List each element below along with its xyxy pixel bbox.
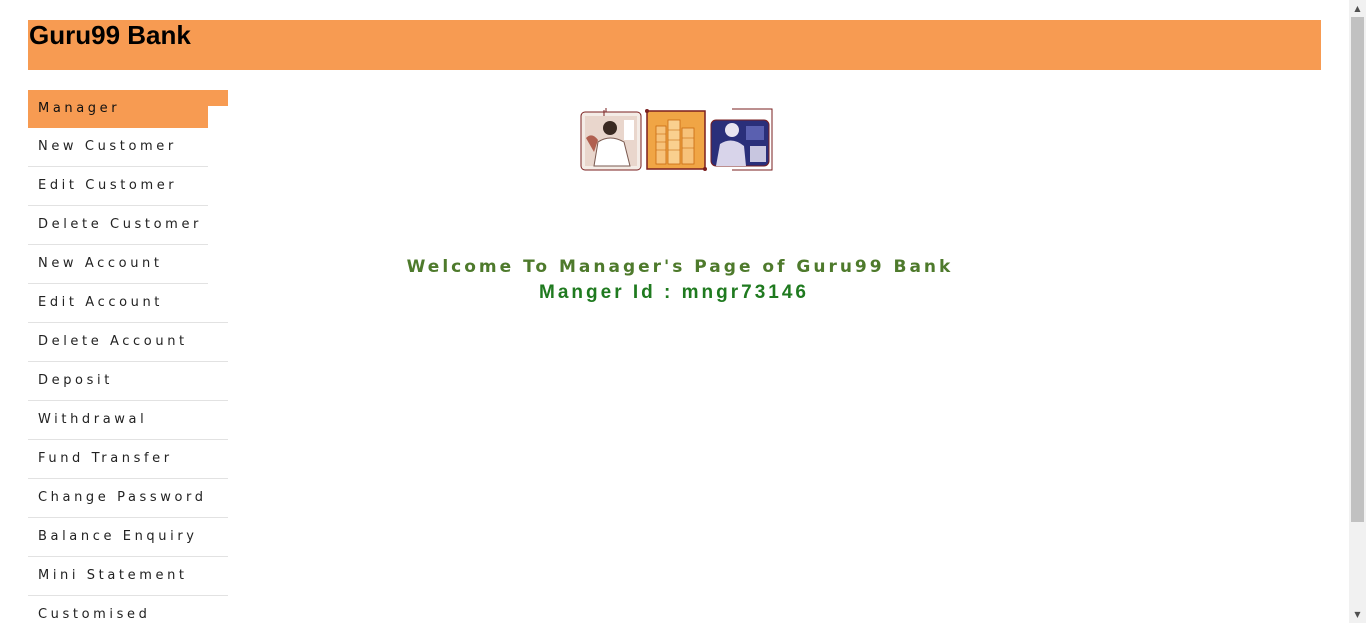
- scroll-down-arrow-icon[interactable]: ▼: [1349, 606, 1366, 623]
- banner-image: [580, 108, 773, 171]
- menu-item-new-account[interactable]: New Account: [28, 245, 208, 284]
- welcome-message: Welcome To Manager's Page of Guru99 Bank: [406, 257, 954, 277]
- menu-item-edit-account[interactable]: Edit Account: [28, 284, 228, 323]
- menu-item-deposit[interactable]: Deposit: [28, 362, 228, 401]
- customer-service-photo: [710, 108, 773, 171]
- menu-item-balance-enquiry[interactable]: Balance Enquiry: [28, 518, 228, 557]
- coin-stacks-photo: [645, 109, 707, 171]
- manager-id-text: Manger Id : mngr73146: [539, 282, 809, 303]
- menu-item-edit-customer[interactable]: Edit Customer: [28, 167, 208, 206]
- menu-item-manager[interactable]: Manager: [28, 90, 208, 128]
- menu-item-change-password[interactable]: Change Password: [28, 479, 228, 518]
- header-bar: Guru99 Bank: [28, 20, 1321, 70]
- menu-item-delete-customer[interactable]: Delete Customer: [28, 206, 208, 245]
- page: Guru99 Bank Manager New Customer Edit Cu…: [0, 0, 1366, 623]
- banker-phone-photo: [580, 108, 642, 171]
- menu-item-customised[interactable]: Customised: [28, 596, 228, 623]
- scrollbar-thumb[interactable]: [1351, 17, 1364, 522]
- menu-item-mini-statement[interactable]: Mini Statement: [28, 557, 228, 596]
- menu-item-new-customer[interactable]: New Customer: [28, 128, 208, 167]
- menu-item-withdrawal[interactable]: Withdrawal: [28, 401, 228, 440]
- scroll-up-arrow-icon[interactable]: ▲: [1349, 0, 1366, 17]
- menu-item-fund-transfer[interactable]: Fund Transfer: [28, 440, 228, 479]
- menu-item-delete-account[interactable]: Delete Account: [28, 323, 228, 362]
- bank-title: Guru99 Bank: [29, 20, 191, 50]
- side-menu: Manager New Customer Edit Customer Delet…: [28, 90, 228, 623]
- vertical-scrollbar[interactable]: ▲ ▼: [1349, 0, 1366, 623]
